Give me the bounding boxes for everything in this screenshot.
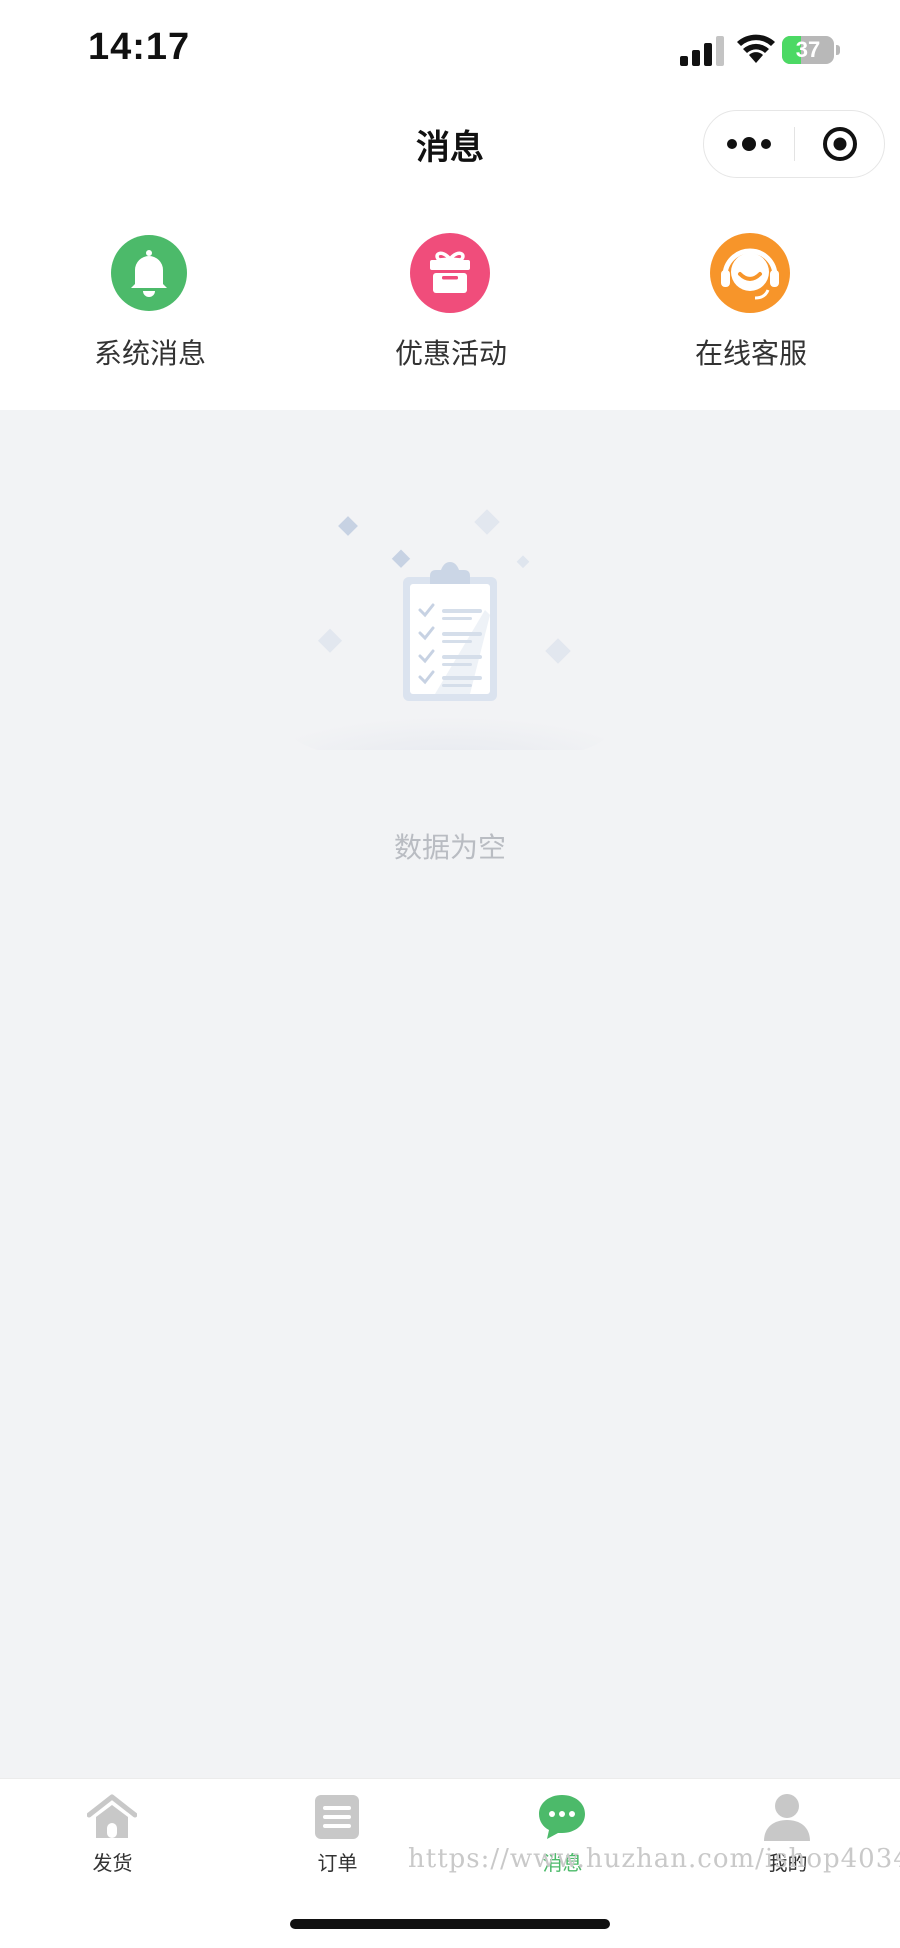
tab-ship-label: 发货 [92,1851,133,1875]
more-dots-icon[interactable] [704,111,794,177]
wifi-icon [737,34,775,63]
list-icon [315,1795,359,1839]
user-icon [764,1794,810,1841]
promotions-entry[interactable]: 优惠活动 [331,232,571,372]
customer-service-entry[interactable]: 在线客服 [631,232,871,372]
target-circle-icon[interactable] [795,111,885,177]
nav-bar: 消息 [0,100,900,190]
quick-entry-panel: 系统消息 优惠活动 在线客服 [0,190,900,410]
gift-icon [410,233,490,313]
system-messages-entry[interactable]: 系统消息 [30,232,270,372]
bell-icon [111,235,187,311]
tab-ship[interactable]: 发货 [0,1779,225,1889]
system-messages-label: 系统消息 [93,337,206,370]
status-time: 14:17 [88,26,191,68]
battery-level-text: 37 [795,37,821,62]
status-bar: 14:17 37 [0,0,900,100]
customer-service-label: 在线客服 [694,337,807,370]
home-indicator [290,1919,610,1929]
promotions-label: 优惠活动 [394,337,507,370]
house-icon [87,1794,137,1838]
empty-state-text: 数据为空 [393,831,506,864]
chat-bubble-icon [539,1795,585,1839]
battery-icon: 37 [782,36,840,64]
headset-icon [710,233,790,313]
cellular-signal-icon [680,36,724,66]
empty-clipboard-icon [285,509,615,750]
watermark-text: https://www.huzhan.com/ishop40340 [408,1844,900,1874]
mini-program-capsule [703,110,885,178]
